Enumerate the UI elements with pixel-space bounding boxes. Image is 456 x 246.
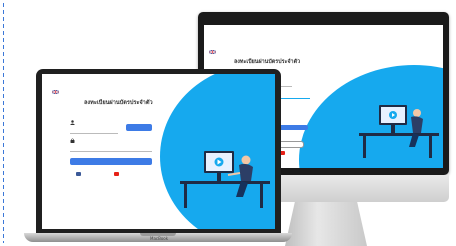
monitor-stand	[285, 202, 367, 246]
desk-illustration	[180, 151, 270, 208]
desk-illustration	[359, 105, 439, 158]
password-underline	[70, 151, 152, 152]
facebook-link[interactable]	[76, 172, 83, 176]
page-title: ลงทะเบียนผ่านบัตรประจำตัว	[234, 59, 301, 65]
page-title: ลงทะเบียนผ่านบัตรประจำตัว	[84, 100, 153, 106]
dashed-border	[3, 3, 4, 243]
uk-flag-icon[interactable]	[209, 50, 216, 54]
side-button[interactable]	[126, 124, 152, 131]
laptop: ลงทะเบียนผ่านบัตรประจำตัว	[36, 69, 281, 233]
laptop-brand: MacBook	[150, 236, 169, 241]
uk-flag-icon[interactable]	[52, 90, 59, 94]
user-icon	[70, 120, 75, 125]
login-button[interactable]	[70, 158, 152, 165]
youtube-link[interactable]	[280, 151, 287, 155]
username-underline	[70, 133, 118, 134]
lock-icon	[70, 138, 75, 143]
facebook-icon	[76, 172, 81, 176]
laptop-screen: ลงทะเบียนผ่านบัตรประจำตัว	[42, 74, 275, 229]
fingerprint-pill[interactable]	[278, 141, 304, 148]
youtube-icon	[114, 172, 119, 176]
youtube-link[interactable]	[114, 172, 121, 176]
